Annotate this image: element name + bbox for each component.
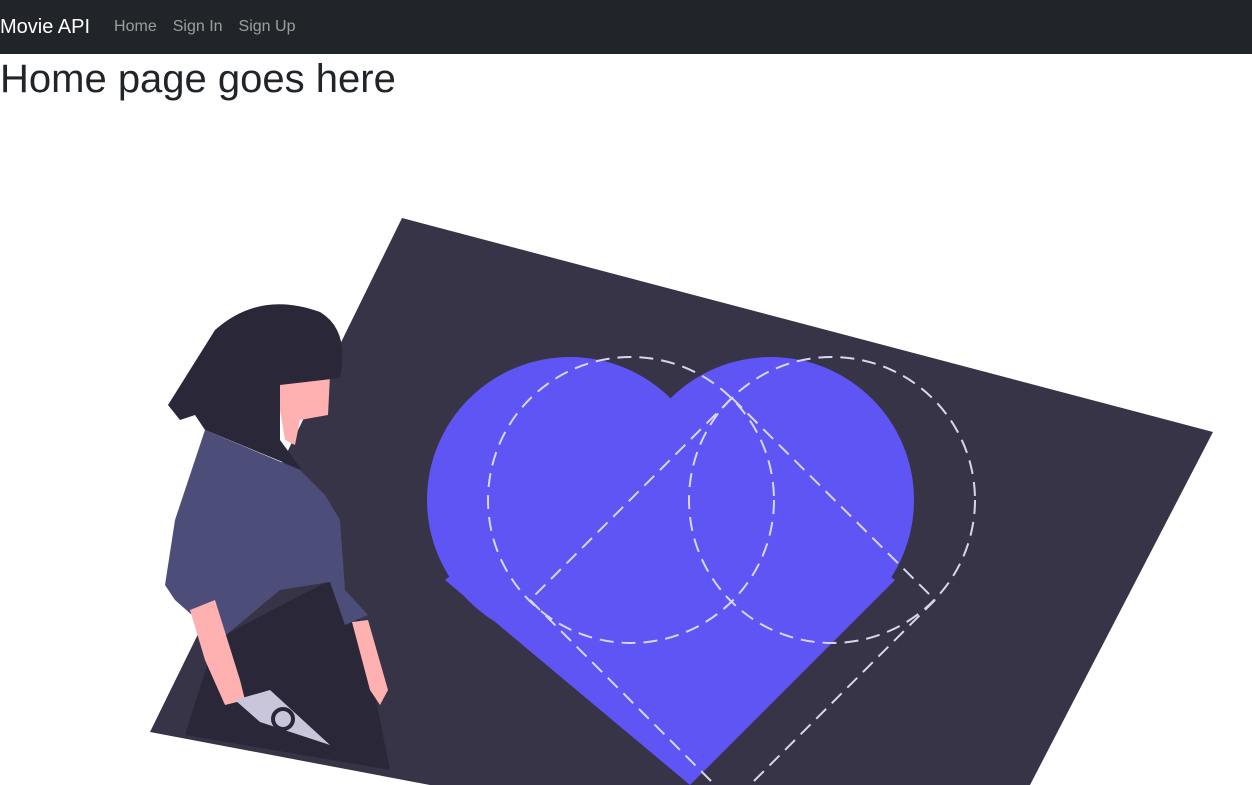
heart-icon [427,357,914,785]
dashed-guides [487,356,976,785]
woman-figure [165,304,390,770]
nav-link-sign-up[interactable]: Sign Up [239,18,296,36]
nav-link-sign-in[interactable]: Sign In [173,18,223,36]
page-title: Home page goes here [0,57,396,101]
nav-link-home[interactable]: Home [114,18,157,36]
brand-link[interactable]: Movie API [0,16,90,39]
panel-shape [150,218,1213,785]
navbar: Movie API Home Sign In Sign Up [0,0,1252,54]
compass-tool-icon [235,690,330,745]
hero-illustration [150,218,1213,785]
